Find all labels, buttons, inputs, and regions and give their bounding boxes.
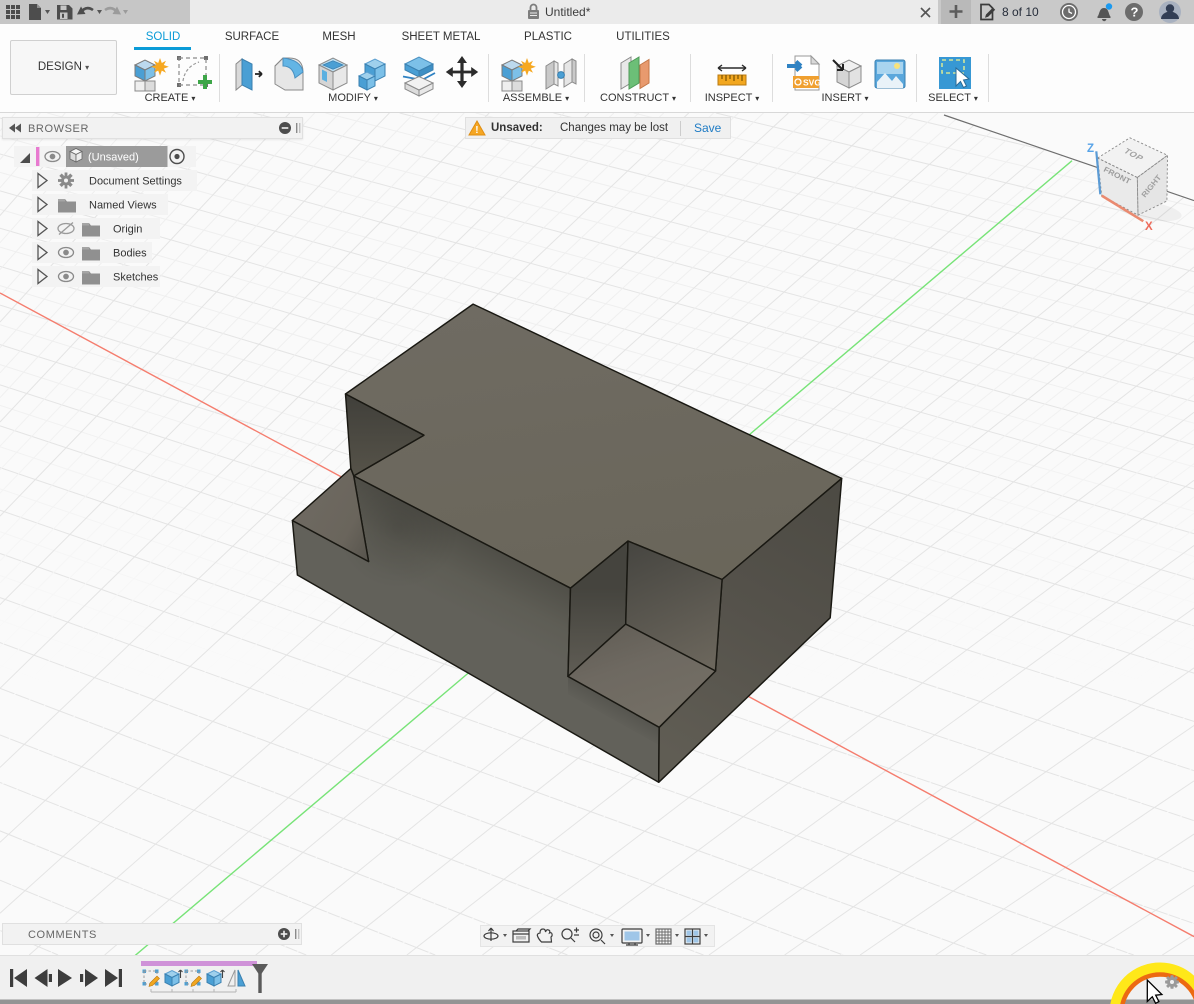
svg-text:Document Settings: Document Settings <box>89 176 182 188</box>
svg-text:Bodies: Bodies <box>113 248 147 260</box>
svg-text:Untitled*: Untitled* <box>545 5 591 19</box>
svg-text:Origin: Origin <box>113 224 142 236</box>
svg-text:(Unsaved): (Unsaved) <box>88 152 139 164</box>
svg-text:SVG: SVG <box>803 78 821 88</box>
svg-text:!: ! <box>475 125 478 136</box>
svg-text:Named Views: Named Views <box>89 200 157 212</box>
svg-text:8 of 10: 8 of 10 <box>1002 5 1039 19</box>
svg-text:?: ? <box>1131 5 1139 20</box>
svg-text:X: X <box>1145 221 1153 233</box>
svg-text:Sketches: Sketches <box>113 272 159 284</box>
svg-text:COMMENTS: COMMENTS <box>28 929 97 941</box>
svg-text:BROWSER: BROWSER <box>28 123 89 135</box>
svg-text:Z: Z <box>1087 143 1094 155</box>
